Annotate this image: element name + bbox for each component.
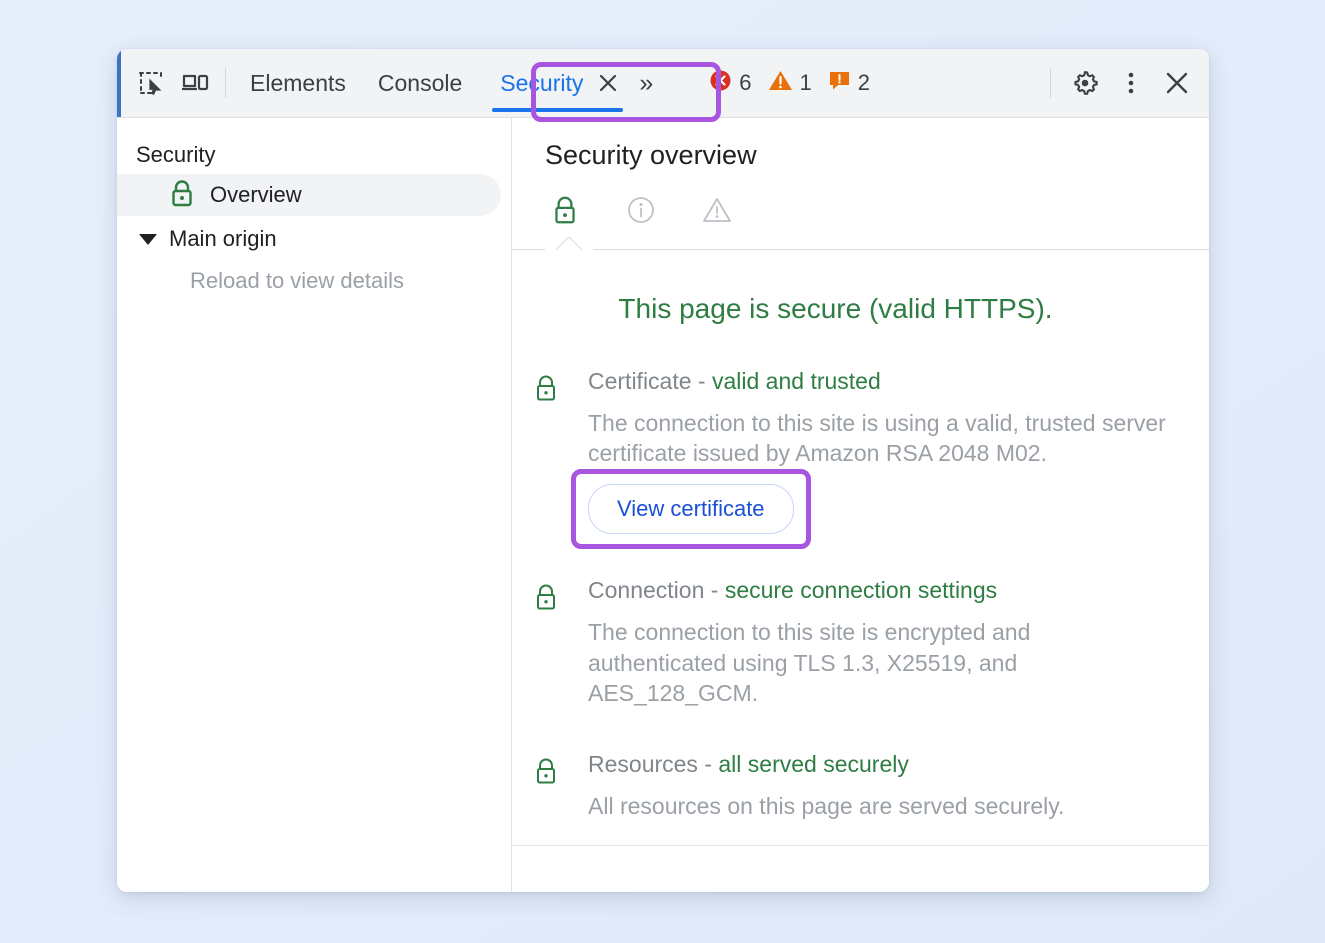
issue-counts: 6 1 — [704, 66, 875, 100]
section-value: valid and trusted — [712, 368, 881, 394]
security-section-connection: Connection - secure connection settings … — [512, 576, 1209, 708]
sidebar-item-main-origin[interactable]: Main origin — [117, 218, 511, 260]
main-footer — [512, 846, 1209, 890]
tab-selected-underline — [492, 108, 623, 112]
lock-icon — [532, 367, 588, 534]
issue-count-value: 2 — [858, 70, 870, 96]
section-heading: Certificate - valid and trusted — [588, 367, 1209, 396]
inspect-element-icon[interactable] — [129, 61, 173, 105]
security-section-resources: Resources - all served securely All reso… — [512, 750, 1209, 821]
info-circle-icon[interactable] — [624, 193, 658, 227]
section-description: The connection to this site is encrypted… — [588, 617, 1108, 708]
section-heading: Connection - secure connection settings — [588, 576, 1209, 605]
more-tabs-button[interactable]: » — [637, 69, 656, 98]
sidebar-item-main-origin-label: Main origin — [169, 226, 277, 252]
security-sidebar: Security Overview Main origin Reload to … — [117, 118, 512, 892]
error-count[interactable]: 6 — [704, 66, 756, 100]
lock-icon — [532, 750, 588, 821]
tab-security[interactable]: Security — [478, 49, 637, 118]
section-heading: Resources - all served securely — [588, 750, 1209, 779]
sidebar-reload-note: Reload to view details — [117, 260, 511, 302]
close-icon[interactable] — [597, 72, 619, 94]
active-state-caret-icon — [545, 237, 593, 250]
device-toolbar-icon[interactable] — [173, 61, 217, 105]
error-count-value: 6 — [739, 70, 751, 96]
panel-body: Security Overview Main origin Reload to … — [117, 118, 1209, 892]
section-label: Certificate - — [588, 368, 712, 394]
section-value: all served securely — [718, 751, 908, 777]
section-label: Resources - — [588, 751, 718, 777]
toolbar-divider — [225, 68, 226, 98]
main-header: Security overview — [512, 118, 1209, 227]
header-divider — [512, 237, 1209, 251]
section-description: The connection to this site is using a v… — [588, 408, 1188, 469]
sidebar-title: Security — [117, 136, 511, 174]
lock-icon — [532, 576, 588, 708]
warning-count[interactable]: 1 — [763, 66, 817, 100]
left-accent-bar — [117, 49, 121, 117]
security-details-scroll: This page is secure (valid HTTPS). Certi… — [512, 251, 1209, 892]
caret-down-icon[interactable] — [139, 234, 157, 245]
lock-icon[interactable] — [548, 193, 582, 227]
devtools-window: Elements Console Security » 6 — [117, 49, 1209, 892]
section-description: All resources on this page are served se… — [588, 791, 1188, 821]
three-dots-vertical-icon[interactable] — [1109, 61, 1153, 105]
page-title: Security overview — [545, 140, 1209, 171]
warning-triangle-icon[interactable] — [700, 193, 734, 227]
close-devtools-icon[interactable] — [1155, 61, 1199, 105]
section-label: Connection - — [588, 577, 725, 603]
devtools-toolbar: Elements Console Security » 6 — [117, 49, 1209, 118]
security-section-certificate: Certificate - valid and trusted The conn… — [512, 367, 1209, 534]
gear-icon[interactable] — [1063, 61, 1107, 105]
issue-icon — [828, 69, 851, 97]
section-value: secure connection settings — [725, 577, 997, 603]
security-headline: This page is secure (valid HTTPS). — [512, 251, 1209, 325]
toolbar-divider-right — [1050, 68, 1051, 98]
toolbar-right-actions — [1044, 61, 1209, 105]
error-icon — [709, 69, 732, 97]
view-certificate-button[interactable]: View certificate — [588, 484, 794, 534]
sidebar-item-overview-label: Overview — [210, 182, 302, 208]
security-state-icons — [545, 193, 1209, 227]
tab-security-label: Security — [500, 70, 583, 97]
warning-icon — [768, 69, 793, 97]
issue-count[interactable]: 2 — [823, 66, 875, 100]
lock-icon — [169, 178, 195, 213]
warning-count-value: 1 — [800, 70, 812, 96]
security-main-panel: Security overview — [512, 118, 1209, 892]
view-certificate-wrapper: View certificate — [588, 484, 794, 534]
tab-console[interactable]: Console — [362, 49, 478, 118]
tab-elements[interactable]: Elements — [234, 49, 362, 118]
sidebar-item-overview[interactable]: Overview — [117, 174, 501, 216]
